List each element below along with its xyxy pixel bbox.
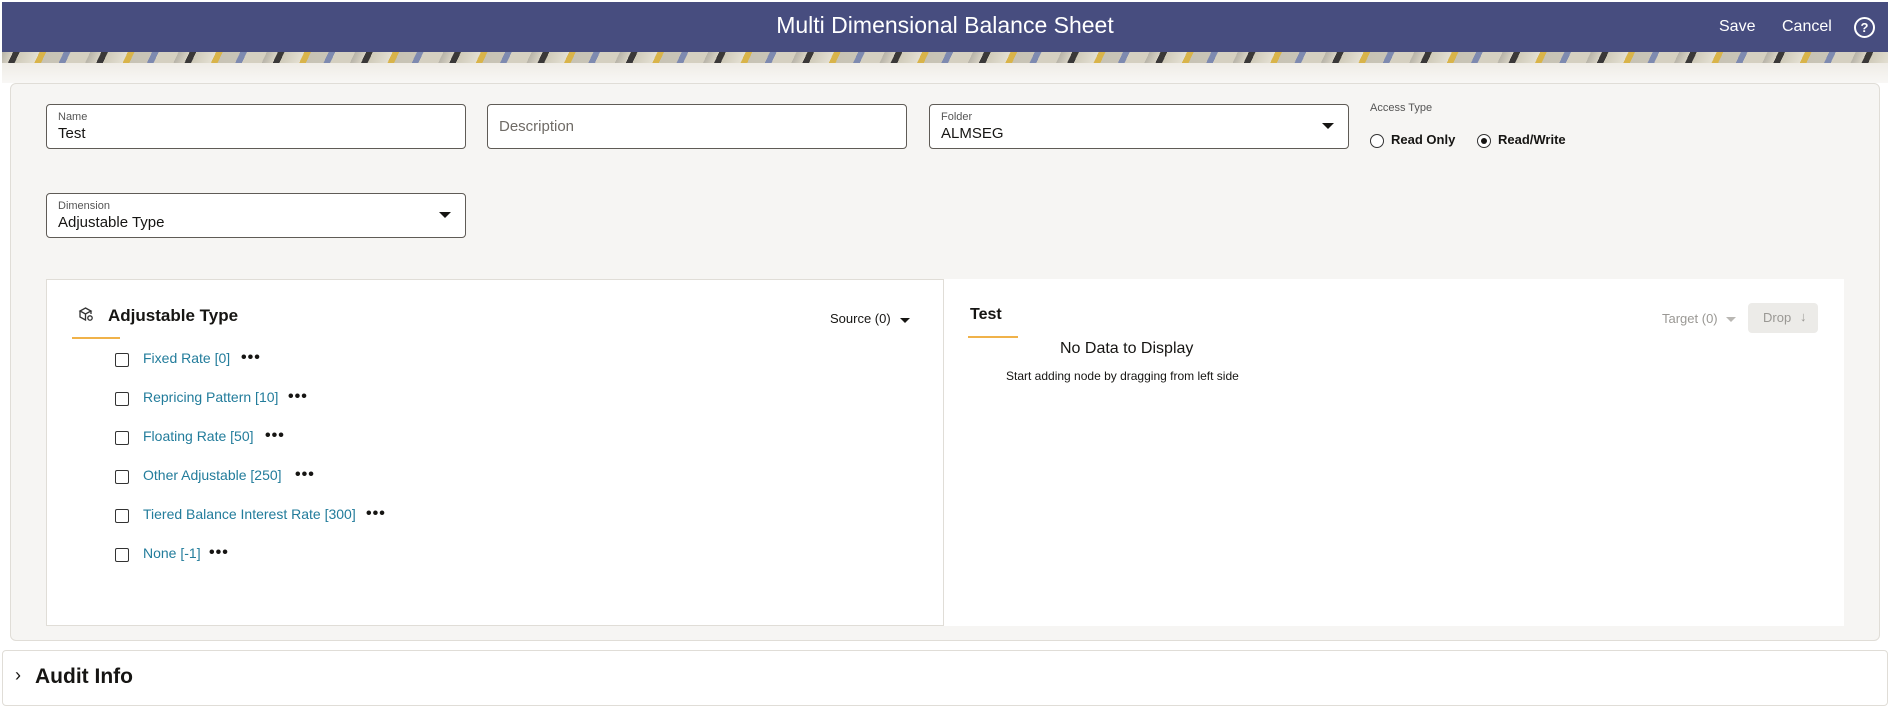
tree-item-checkbox[interactable] [115,509,129,523]
arrow-down-icon: ↓ [1800,309,1807,324]
name-field[interactable]: Name Test [46,104,466,149]
read-write-radio[interactable] [1477,134,1491,148]
chevron-down-icon[interactable] [1322,123,1334,129]
source-dropdown[interactable]: Source (0) [830,311,891,326]
tab-underline [968,336,1018,338]
name-label: Name [58,111,88,123]
page-title: Multi Dimensional Balance Sheet [776,12,1114,38]
target-title: Test [970,306,1002,323]
save-button[interactable]: Save [1719,18,1755,36]
no-data-message: No Data to Display [1060,340,1194,357]
help-icon[interactable]: ? [1854,17,1875,38]
banner-fade [2,63,1888,83]
read-write-label[interactable]: Read/Write [1498,132,1566,147]
hierarchy-icon [78,307,93,326]
tree-item-label[interactable]: Repricing Pattern [10] [143,389,278,405]
target-panel [944,279,1844,626]
chevron-down-icon[interactable] [439,212,451,218]
read-only-radio[interactable] [1370,134,1384,148]
more-options-icon[interactable]: ••• [241,349,261,367]
tree-item-label[interactable]: None [-1] [143,545,201,561]
chevron-down-icon[interactable] [1726,317,1736,322]
audit-info-section[interactable]: › Audit Info [2,650,1888,706]
more-options-icon[interactable]: ••• [366,505,386,523]
tab-underline [72,337,120,339]
tree-item-checkbox[interactable] [115,431,129,445]
tree-item-label[interactable]: Fixed Rate [0] [143,350,230,366]
tree-item-checkbox[interactable] [115,470,129,484]
description-field[interactable]: Description [487,104,907,149]
more-options-icon[interactable]: ••• [288,388,308,406]
tree-item-checkbox[interactable] [115,392,129,406]
more-options-icon[interactable]: ••• [265,427,285,445]
folder-label: Folder [941,111,973,123]
tree-item-label[interactable]: Tiered Balance Interest Rate [300] [143,506,356,522]
cancel-button[interactable]: Cancel [1782,18,1832,36]
target-dropdown[interactable]: Target (0) [1662,311,1718,326]
dimension-value: Adjustable Type [58,214,165,231]
chevron-down-icon[interactable] [900,318,910,323]
more-options-icon[interactable]: ••• [295,466,315,484]
read-only-label[interactable]: Read Only [1391,132,1455,147]
drop-button[interactable]: Drop ↓ [1748,303,1818,333]
folder-select[interactable]: Folder ALMSEG [929,104,1349,149]
source-tree-title: Adjustable Type [108,306,239,325]
no-data-hint: Start adding node by dragging from left … [1006,369,1239,383]
source-tree-panel [46,279,944,626]
app-header: Multi Dimensional Balance Sheet Save Can… [2,2,1888,52]
more-options-icon[interactable]: ••• [209,544,229,562]
name-value[interactable]: Test [58,125,86,142]
chevron-right-icon[interactable]: › [15,665,21,686]
drop-label: Drop [1763,310,1792,325]
decorative-banner [2,52,1888,63]
tree-item-checkbox[interactable] [115,353,129,367]
tree-item-label[interactable]: Floating Rate [50] [143,428,254,444]
access-type-label: Access Type [1370,102,1433,114]
tree-item-checkbox[interactable] [115,548,129,562]
dimension-select[interactable]: Dimension Adjustable Type [46,193,466,238]
dimension-label: Dimension [58,200,110,212]
folder-value: ALMSEG [941,125,1004,142]
audit-info-title[interactable]: Audit Info [35,665,133,689]
description-placeholder: Description [499,118,575,135]
tree-item-label[interactable]: Other Adjustable [250] [143,467,282,483]
